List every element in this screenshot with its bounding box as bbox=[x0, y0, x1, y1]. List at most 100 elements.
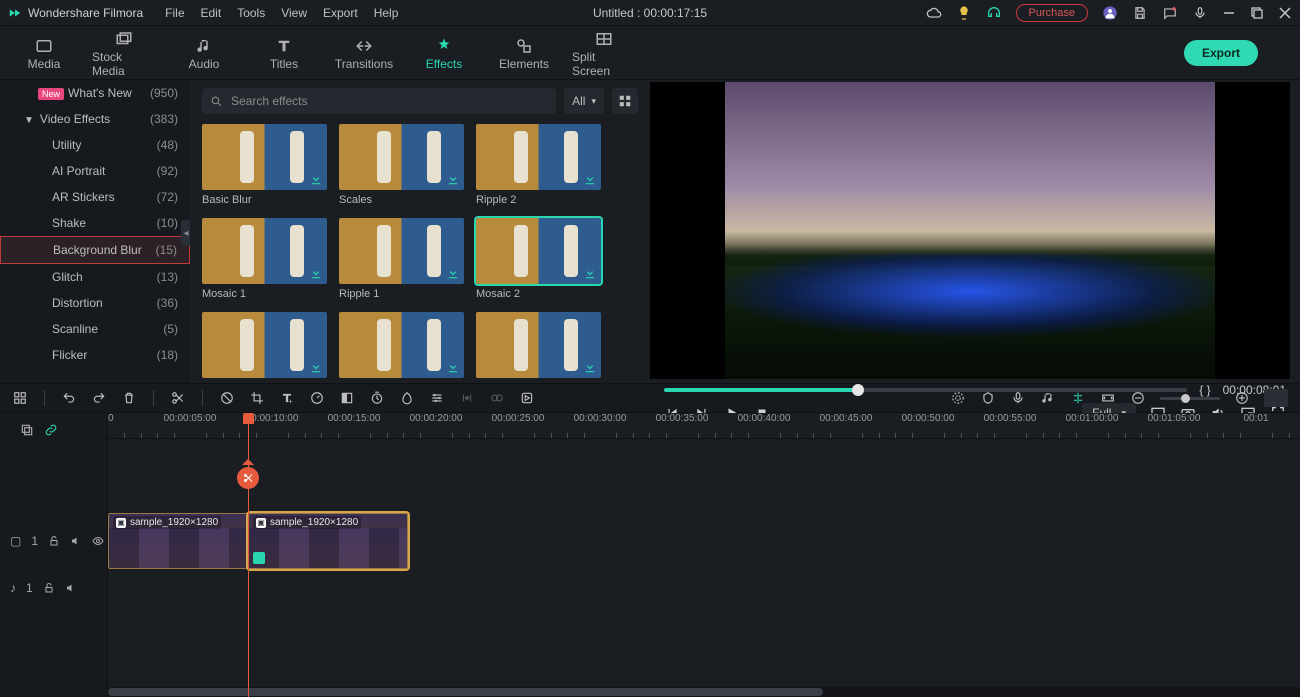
sidebar-item-glitch[interactable]: Glitch(13) bbox=[0, 264, 190, 290]
effect-card[interactable]: Scales bbox=[339, 124, 464, 206]
lock-icon[interactable] bbox=[48, 535, 60, 547]
support-icon[interactable] bbox=[986, 5, 1002, 21]
timeline-canvas[interactable]: 0000:00:05:0000:00:10:0000:00:15:0000:00… bbox=[108, 413, 1300, 697]
tab-titles[interactable]: Titles bbox=[252, 28, 316, 78]
video-track-header[interactable]: ▢ 1 bbox=[0, 513, 107, 569]
menu-tools[interactable]: Tools bbox=[237, 6, 265, 20]
preview-canvas[interactable] bbox=[650, 82, 1290, 379]
duration-icon[interactable] bbox=[369, 390, 385, 406]
download-icon[interactable] bbox=[309, 172, 323, 186]
effect-card[interactable]: Ripple 2 bbox=[476, 124, 601, 206]
mute-icon[interactable] bbox=[65, 582, 77, 594]
download-icon[interactable] bbox=[583, 360, 597, 374]
effect-card[interactable]: Ripple 1 bbox=[339, 218, 464, 300]
keyframe-icon[interactable] bbox=[459, 390, 475, 406]
crop-icon[interactable] bbox=[249, 390, 265, 406]
purchase-button[interactable]: Purchase bbox=[1016, 4, 1088, 22]
effect-card[interactable] bbox=[476, 312, 601, 382]
split-icon[interactable] bbox=[170, 390, 186, 406]
sidebar-item-flicker[interactable]: Flicker(18) bbox=[0, 342, 190, 368]
split-marker-icon[interactable] bbox=[237, 467, 259, 489]
download-icon[interactable] bbox=[583, 172, 597, 186]
tab-split-screen[interactable]: Split Screen bbox=[572, 28, 636, 78]
tab-stock-media[interactable]: Stock Media bbox=[92, 28, 156, 78]
search-input[interactable]: Search effects bbox=[202, 88, 556, 114]
effect-card[interactable] bbox=[339, 312, 464, 382]
logo-icon bbox=[8, 6, 22, 20]
message-icon[interactable] bbox=[1162, 5, 1178, 21]
tab-effects[interactable]: Effects bbox=[412, 28, 476, 78]
zoom-in-icon[interactable] bbox=[1234, 390, 1250, 406]
color-icon[interactable] bbox=[339, 390, 355, 406]
sidebar-item-utility[interactable]: Utility(48) bbox=[0, 132, 190, 158]
sidebar-item-ar-stickers[interactable]: AR Stickers(72) bbox=[0, 184, 190, 210]
no-icon[interactable] bbox=[219, 390, 235, 406]
account-icon[interactable] bbox=[1102, 5, 1118, 21]
clip-2[interactable]: ▣sample_1920×1280 bbox=[248, 513, 408, 569]
download-icon[interactable] bbox=[446, 266, 460, 280]
sidebar-item-shake[interactable]: Shake(10) bbox=[0, 210, 190, 236]
mic-icon[interactable] bbox=[1192, 5, 1208, 21]
render-icon[interactable] bbox=[519, 390, 535, 406]
menu-help[interactable]: Help bbox=[374, 6, 399, 20]
export-button[interactable]: Export bbox=[1184, 40, 1258, 66]
mute-icon[interactable] bbox=[70, 535, 82, 547]
maximize-button[interactable] bbox=[1250, 6, 1264, 20]
sidebar-whats-new[interactable]: NewWhat's New (950) bbox=[0, 80, 190, 106]
sidebar-item-distortion[interactable]: Distortion(36) bbox=[0, 290, 190, 316]
sidebar-item-background-blur[interactable]: Background Blur(15) bbox=[0, 236, 190, 264]
menu-edit[interactable]: Edit bbox=[201, 6, 222, 20]
menu-view[interactable]: View bbox=[281, 6, 307, 20]
group-icon[interactable] bbox=[489, 390, 505, 406]
shortcuts-icon[interactable] bbox=[12, 390, 28, 406]
sidebar-video-effects[interactable]: ▼Video Effects (383) bbox=[0, 106, 190, 132]
sidebar-item-ai-portrait[interactable]: AI Portrait(92) bbox=[0, 158, 190, 184]
preview-image bbox=[725, 82, 1215, 379]
delete-icon[interactable] bbox=[121, 390, 137, 406]
speed-icon[interactable] bbox=[309, 390, 325, 406]
close-button[interactable] bbox=[1278, 6, 1292, 20]
tips-icon[interactable] bbox=[956, 5, 972, 21]
tab-media[interactable]: Media bbox=[12, 28, 76, 78]
lock-icon[interactable] bbox=[43, 582, 55, 594]
download-icon[interactable] bbox=[309, 266, 323, 280]
effect-card[interactable] bbox=[202, 312, 327, 382]
copy-tracks-icon[interactable] bbox=[20, 423, 34, 437]
timeline-ruler[interactable]: 0000:00:05:0000:00:10:0000:00:15:0000:00… bbox=[108, 413, 1300, 439]
adjust-icon[interactable] bbox=[429, 390, 445, 406]
audio-track-1[interactable] bbox=[108, 573, 1300, 603]
text-tool-icon[interactable] bbox=[279, 390, 295, 406]
redo-icon[interactable] bbox=[91, 390, 107, 406]
effect-card[interactable]: Mosaic 2 bbox=[476, 218, 601, 300]
green-screen-icon[interactable] bbox=[399, 390, 415, 406]
sidebar-item-scanline[interactable]: Scanline(5) bbox=[0, 316, 190, 342]
view-grid-button[interactable] bbox=[612, 88, 638, 114]
filter-dropdown[interactable]: All▾ bbox=[564, 88, 604, 114]
audio-track-header[interactable]: ♪ 1 bbox=[0, 573, 107, 603]
tab-transitions[interactable]: Transitions bbox=[332, 28, 396, 78]
effect-badge-icon bbox=[253, 552, 265, 564]
download-icon[interactable] bbox=[309, 360, 323, 374]
video-track-1[interactable]: ▣sample_1920×1280 ▣sample_1920×1280 bbox=[108, 513, 1300, 569]
minimize-button[interactable] bbox=[1222, 6, 1236, 20]
cloud-icon[interactable] bbox=[926, 5, 942, 21]
save-icon[interactable] bbox=[1132, 5, 1148, 21]
zoom-slider[interactable] bbox=[1160, 397, 1220, 400]
effect-card[interactable]: Basic Blur bbox=[202, 124, 327, 206]
tab-elements[interactable]: Elements bbox=[492, 28, 556, 78]
menu-file[interactable]: File bbox=[165, 6, 184, 20]
download-icon[interactable] bbox=[583, 266, 597, 280]
menu-export[interactable]: Export bbox=[323, 6, 358, 20]
clip-1[interactable]: ▣sample_1920×1280 bbox=[108, 513, 248, 569]
visibility-icon[interactable] bbox=[92, 535, 104, 547]
ruler-label: 00:00:35:00 bbox=[656, 413, 709, 424]
timeline-h-scrollbar[interactable] bbox=[108, 687, 1300, 697]
effect-card[interactable]: Mosaic 1 bbox=[202, 218, 327, 300]
undo-icon[interactable] bbox=[61, 390, 77, 406]
link-icon[interactable] bbox=[44, 423, 58, 437]
download-icon[interactable] bbox=[446, 172, 460, 186]
preview-scrubber[interactable] bbox=[664, 383, 1187, 397]
download-icon[interactable] bbox=[446, 360, 460, 374]
tab-audio[interactable]: Audio bbox=[172, 28, 236, 78]
sidebar-collapse-handle[interactable]: ◂ bbox=[181, 220, 190, 246]
